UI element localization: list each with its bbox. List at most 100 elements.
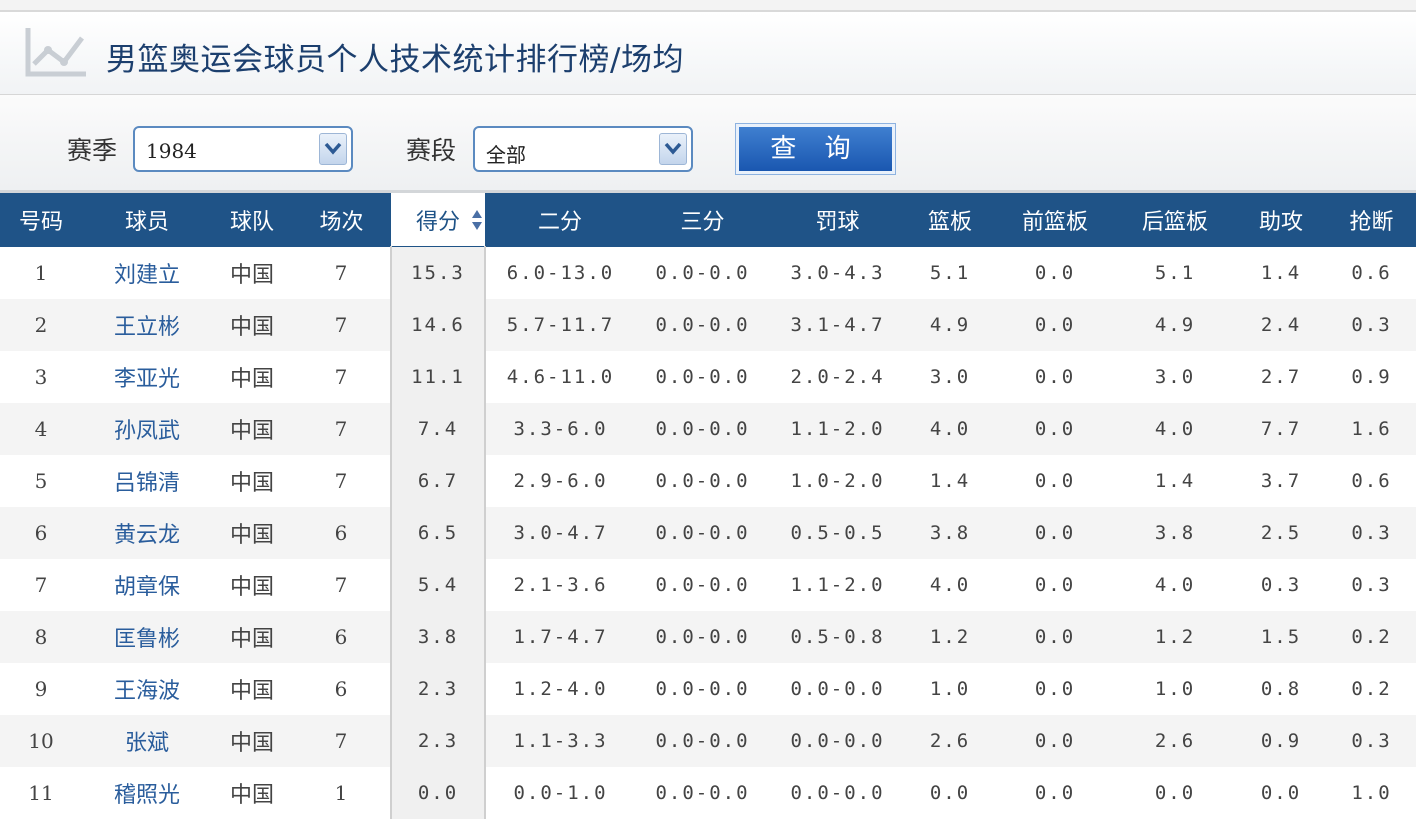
cell-three-pt: 0.0-0.0 — [655, 678, 750, 700]
cell-assists: 0.9 — [1235, 715, 1327, 767]
cell-number: 4 — [0, 403, 82, 455]
cell-three-pt: 0.0-0.0 — [635, 403, 770, 455]
season-value: 1984 — [146, 139, 197, 163]
cell-team: 中国 — [229, 471, 274, 496]
cell-def-rebounds: 5.1 — [1154, 261, 1196, 284]
col-steals[interactable]: 抢断 — [1327, 193, 1416, 247]
col-off-rebounds[interactable]: 前篮板 — [995, 193, 1115, 247]
cell-three-pt: 0.0-0.0 — [655, 366, 750, 388]
cell-assists: 0.0 — [1260, 782, 1302, 804]
cell-rebounds: 2.6 — [905, 715, 995, 767]
col-free-throw[interactable]: 罚球 — [770, 193, 905, 247]
cell-games: 7 — [334, 260, 348, 285]
cell-steals: 0.2 — [1327, 611, 1416, 663]
col-games[interactable]: 场次 — [292, 193, 391, 247]
cell-two-pt: 3.3-6.0 — [485, 403, 635, 455]
table-row: 4 孙凤武 中国 7 7.4 3.3-6.0 0.0-0.0 1.1-2.0 4.0 0.0 4.0… — [0, 403, 1416, 455]
cell-off-rebounds: 0.0 — [1034, 261, 1076, 284]
cell-def-rebounds: 4.9 — [1115, 299, 1235, 351]
table-row: 3 李亚光 中国 7 11.1 4.6-11.0 0.0-0.0 2.0-2.4 3.0 0.0 3… — [0, 351, 1416, 403]
cell-rebounds: 3.8 — [905, 507, 995, 559]
cell-player-link[interactable]: 稽照光 — [82, 767, 212, 819]
col-three-pt[interactable]: 三分 — [635, 193, 770, 247]
table-row: 2 王立彬 中国 7 14.6 5.7-11.7 0.0-0.0 3.1-4.7 4.9 0.0 4… — [0, 299, 1416, 351]
table-row: 9 王海波 中国 6 2.3 1.2-4.0 0.0-0.0 0.0-0.0 1.0 0.0 1.0… — [0, 663, 1416, 715]
cell-player-link[interactable]: 孙凤武 — [82, 403, 212, 455]
cell-def-rebounds: 0.0 — [1154, 782, 1196, 804]
cell-games: 7 — [334, 573, 348, 597]
col-rebounds[interactable]: 篮板 — [905, 193, 995, 247]
table-row: 5 吕锦清 中国 7 6.7 2.9-6.0 0.0-0.0 1.0-2.0 1.4 0.0 1.4… — [0, 455, 1416, 507]
chevron-down-icon[interactable] — [319, 133, 347, 165]
cell-steals: 0.3 — [1327, 299, 1416, 351]
cell-free-throw: 1.1-2.0 — [770, 403, 905, 455]
cell-points: 3.8 — [390, 611, 486, 663]
cell-player-link[interactable]: 王立彬 — [82, 299, 212, 351]
cell-steals: 0.6 — [1351, 261, 1392, 284]
cell-player-link[interactable]: 吕锦清 — [82, 455, 212, 507]
cell-rebounds: 5.1 — [929, 261, 971, 284]
chevron-down-icon[interactable] — [659, 133, 687, 165]
cell-games: 7 — [334, 469, 348, 493]
cell-def-rebounds: 1.0 — [1154, 678, 1196, 700]
col-points[interactable]: 得分 — [391, 193, 485, 247]
cell-two-pt: 1.7-4.7 — [485, 611, 635, 663]
cell-team: 中国 — [212, 403, 292, 455]
col-team[interactable]: 球队 — [212, 193, 292, 247]
season-select[interactable]: 1984 — [133, 126, 353, 172]
col-points-label: 得分 — [415, 209, 460, 235]
cell-assists: 3.7 — [1260, 470, 1302, 492]
cell-player-link[interactable]: 李亚光 — [82, 351, 212, 403]
stage-select[interactable]: 全部 — [473, 126, 693, 172]
cell-player-link[interactable]: 黄云龙 — [82, 507, 212, 559]
cell-assists: 2.4 — [1235, 299, 1327, 351]
cell-assists: 1.4 — [1260, 261, 1302, 284]
cell-rebounds: 4.0 — [929, 574, 971, 596]
sort-icon[interactable] — [471, 208, 483, 238]
cell-rebounds: 1.4 — [929, 470, 971, 492]
cell-rebounds: 1.0 — [929, 678, 971, 700]
cell-off-rebounds: 0.0 — [995, 403, 1115, 455]
cell-rebounds: 0.0 — [929, 782, 971, 804]
cell-player-link[interactable]: 张斌 — [82, 715, 212, 767]
col-def-rebounds[interactable]: 后篮板 — [1115, 193, 1235, 247]
query-button[interactable]: 查 询 — [735, 123, 896, 175]
cell-free-throw: 3.0-4.3 — [790, 261, 885, 284]
cell-steals: 1.0 — [1351, 782, 1392, 804]
cell-games: 7 — [292, 299, 391, 351]
cell-player-link[interactable]: 刘建立 — [82, 247, 212, 300]
cell-def-rebounds: 4.0 — [1115, 403, 1235, 455]
cell-off-rebounds: 0.0 — [1034, 782, 1076, 804]
cell-games: 6 — [292, 611, 391, 663]
season-label: 赛季 — [67, 136, 118, 165]
cell-number: 3 — [34, 365, 48, 389]
cell-three-pt: 0.0-0.0 — [655, 470, 750, 492]
cell-three-pt: 0.0-0.0 — [635, 715, 770, 767]
cell-team: 中国 — [229, 367, 274, 392]
cell-rebounds: 1.2 — [905, 611, 995, 663]
col-player[interactable]: 球员 — [82, 193, 212, 247]
cell-player-link[interactable]: 匡鲁彬 — [82, 611, 212, 663]
col-number[interactable]: 号码 — [0, 193, 82, 247]
cell-assists: 0.8 — [1260, 678, 1302, 700]
cell-team: 中国 — [212, 611, 292, 663]
cell-assists: 0.3 — [1260, 574, 1302, 596]
cell-team: 中国 — [212, 299, 292, 351]
cell-two-pt: 1.1-3.3 — [485, 715, 635, 767]
cell-points: 15.3 — [390, 246, 486, 299]
cell-three-pt: 0.0-0.0 — [655, 261, 750, 284]
col-assists[interactable]: 助攻 — [1235, 193, 1327, 247]
cell-points: 6.5 — [390, 507, 486, 559]
cell-free-throw: 0.0-0.0 — [790, 678, 885, 700]
cell-rebounds: 4.9 — [905, 299, 995, 351]
col-two-pt[interactable]: 二分 — [485, 193, 635, 247]
cell-points: 11.1 — [390, 351, 486, 403]
cell-player-link[interactable]: 胡章保 — [82, 559, 212, 611]
cell-off-rebounds: 0.0 — [995, 715, 1115, 767]
cell-assists: 1.5 — [1235, 611, 1327, 663]
cell-def-rebounds: 2.6 — [1115, 715, 1235, 767]
cell-player-link[interactable]: 王海波 — [82, 663, 212, 715]
cell-team: 中国 — [229, 783, 274, 808]
cell-points: 2.3 — [390, 663, 486, 715]
cell-games: 7 — [334, 365, 348, 389]
